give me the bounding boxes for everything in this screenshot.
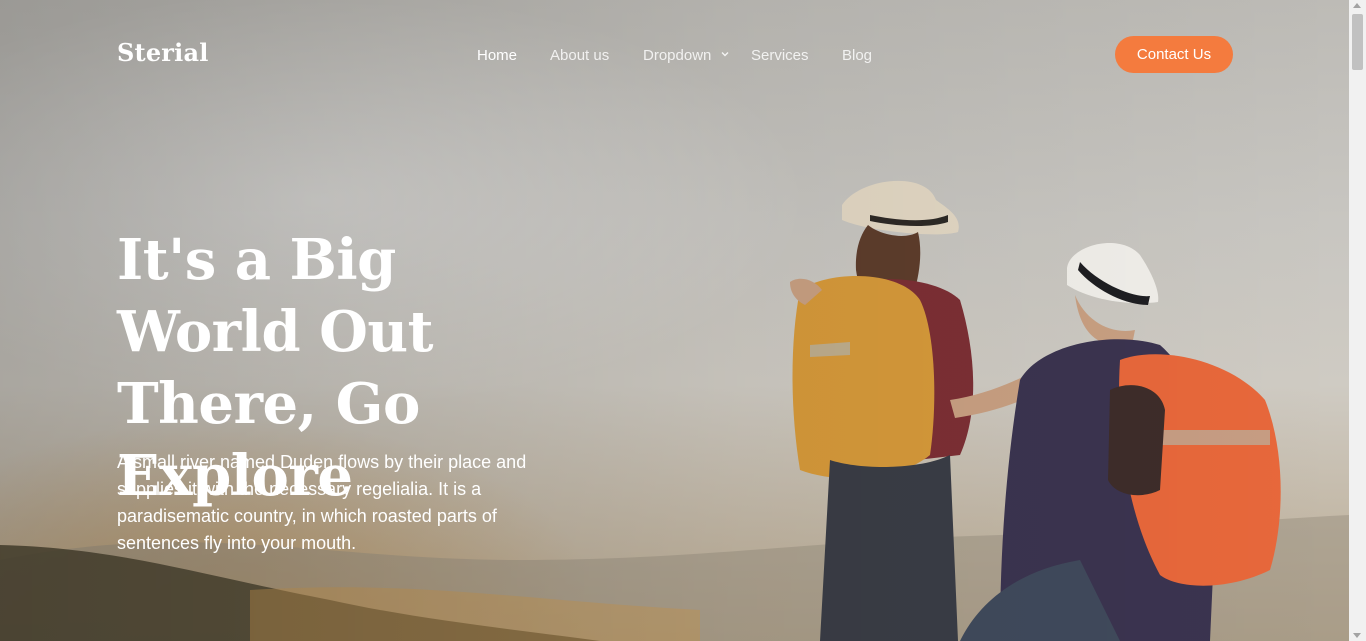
- nav-item-home[interactable]: Home: [477, 47, 517, 64]
- navbar: Sterial Home About us Dropdown Services …: [0, 0, 1349, 110]
- scroll-down-arrow-icon[interactable]: [1353, 633, 1361, 638]
- nav-item-about-us[interactable]: About us: [550, 47, 609, 64]
- scroll-up-arrow-icon[interactable]: [1353, 3, 1361, 8]
- nav-item-services[interactable]: Services: [751, 47, 809, 64]
- chevron-down-icon[interactable]: [720, 49, 730, 59]
- nav-item-dropdown[interactable]: Dropdown: [643, 47, 711, 64]
- scrollbar-thumb[interactable]: [1352, 14, 1363, 70]
- hero-section: Sterial Home About us Dropdown Services …: [0, 0, 1349, 641]
- nav-item-blog[interactable]: Blog: [842, 47, 872, 64]
- contact-us-button[interactable]: Contact Us: [1115, 36, 1233, 73]
- hero-description: A small river named Duden flows by their…: [117, 452, 527, 553]
- page-scrollbar[interactable]: [1349, 0, 1366, 641]
- page: Sterial Home About us Dropdown Services …: [0, 0, 1366, 641]
